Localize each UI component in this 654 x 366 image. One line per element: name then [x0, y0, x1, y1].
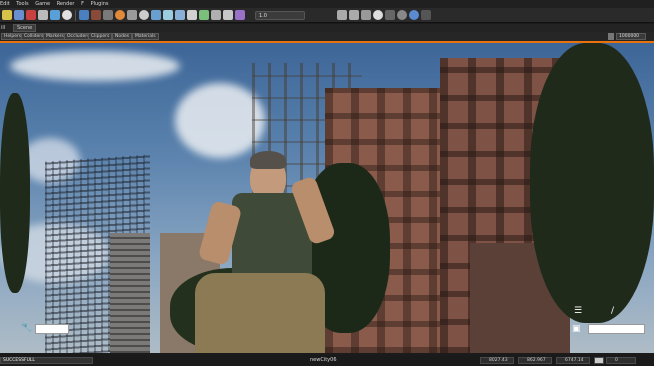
document-icon[interactable] — [163, 10, 173, 20]
scene-name: newCity06 — [310, 357, 337, 363]
tree-icon[interactable] — [199, 10, 209, 20]
main-toolbar: 1.0 — [0, 8, 654, 23]
dropdown-icon[interactable] — [421, 10, 431, 20]
view-bar: ill Scene — [0, 24, 654, 32]
hud-right-field[interactable] — [588, 324, 645, 334]
cloud — [10, 51, 180, 81]
filter-materials[interactable]: Materials — [132, 33, 159, 40]
globe-icon[interactable] — [409, 10, 419, 20]
menu-game[interactable]: Game — [35, 1, 50, 7]
record-icon[interactable] — [26, 10, 36, 20]
wrench-icon[interactable]: 🔧 — [21, 323, 32, 333]
zoom-select[interactable]: 1.0 — [255, 10, 305, 20]
filter-clippers[interactable]: Clippers — [88, 33, 113, 40]
light-icon[interactable] — [397, 10, 407, 20]
hud-left-field[interactable] — [35, 324, 69, 334]
undo-icon[interactable] — [337, 10, 347, 20]
play-icon[interactable] — [62, 10, 72, 20]
sphere-icon[interactable] — [115, 10, 125, 20]
list-icon[interactable]: ☰ — [574, 306, 582, 316]
gear-icon[interactable] — [373, 10, 383, 20]
coord-z-field: 6747.14 — [556, 357, 590, 364]
fx-icon[interactable] — [127, 10, 137, 20]
brush-icon[interactable] — [79, 10, 89, 20]
character-beanie — [250, 151, 286, 169]
filter-bar: Helpers Colliders Markers Occluders Clip… — [0, 32, 654, 43]
status-message: SUCCESSFULL — [0, 357, 93, 364]
status-bar: SUCCESSFULL newCity06 8027.43 862.967 67… — [0, 355, 654, 366]
toolbar-separator — [75, 9, 76, 21]
picture-icon[interactable] — [175, 10, 185, 20]
screen-icon[interactable] — [50, 10, 60, 20]
character-pants — [195, 273, 325, 353]
target-icon[interactable] — [139, 10, 149, 20]
snap-grid-icon[interactable] — [361, 10, 371, 20]
terrain-icon[interactable] — [91, 10, 101, 20]
menu-bar: Edit Tools Game Render F Plugins — [0, 0, 654, 8]
image-icon[interactable] — [151, 10, 161, 20]
hud-slash: / — [611, 306, 615, 316]
tree — [530, 43, 654, 323]
text-icon[interactable] — [187, 10, 197, 20]
view-label: ill — [1, 25, 6, 31]
list-icon[interactable] — [223, 10, 233, 20]
count-field: 0 — [606, 357, 636, 364]
coord-y-field: 862.967 — [518, 357, 552, 364]
camera-speed-field[interactable]: 1000000 — [616, 33, 646, 40]
menu-f[interactable]: F — [81, 1, 84, 7]
eye-icon[interactable] — [594, 357, 604, 364]
camera-icon[interactable]: ▣ — [572, 324, 581, 334]
redo-icon[interactable] — [349, 10, 359, 20]
coord-x-field: 8027.43 — [480, 357, 514, 364]
grid-icon[interactable] — [38, 10, 48, 20]
mid-building — [110, 233, 150, 353]
tab-scene[interactable]: Scene — [13, 24, 37, 32]
menu-tools[interactable]: Tools — [16, 1, 28, 7]
camera-speed-icon[interactable] — [608, 33, 614, 40]
window-icon[interactable] — [385, 10, 395, 20]
menu-edit[interactable]: Edit — [0, 1, 10, 7]
save-icon[interactable] — [14, 10, 24, 20]
group-icon[interactable] — [211, 10, 221, 20]
layers-icon[interactable] — [103, 10, 113, 20]
menu-plugins[interactable]: Plugins — [91, 1, 109, 7]
scene-viewport[interactable]: 🔧 ☰ / ▣ — [0, 43, 654, 353]
menu-render[interactable]: Render — [57, 1, 75, 7]
filter-nodes[interactable]: Nodes — [112, 33, 133, 40]
folder-icon[interactable] — [2, 10, 12, 20]
bookmark-icon[interactable] — [235, 10, 245, 20]
tree — [0, 93, 30, 293]
